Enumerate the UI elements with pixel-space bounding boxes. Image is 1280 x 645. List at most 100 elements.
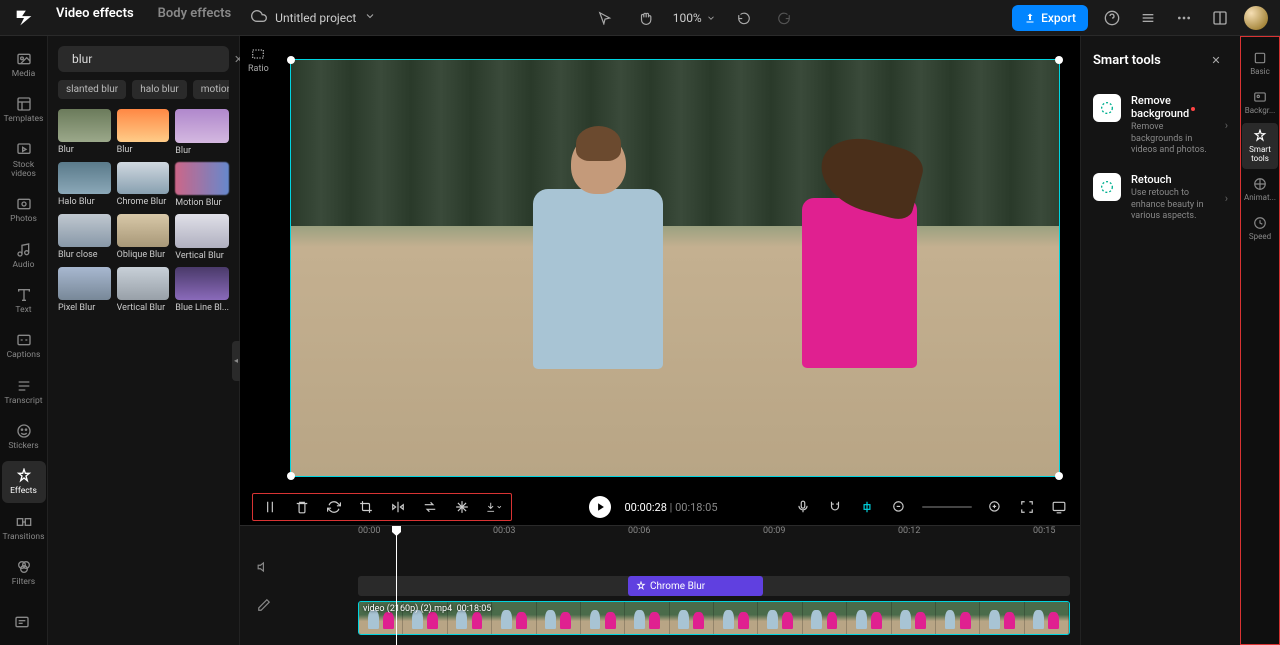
header-tabs: Video effects Body effects — [56, 6, 231, 29]
panel-header: Smart tools ✕ — [1093, 48, 1228, 72]
more-icon[interactable] — [1172, 6, 1196, 30]
prop-smarttools[interactable]: Smart tools — [1242, 123, 1278, 169]
prop-animat[interactable]: Animat... — [1242, 171, 1278, 208]
effect-item[interactable]: Vertical Blur — [117, 267, 170, 314]
video-track[interactable]: video (2160p) (2).mp4 00:18:05 — [358, 601, 1070, 635]
user-avatar[interactable] — [1244, 6, 1268, 30]
smart-tool-item[interactable]: Remove backgroundRemove backgrounds in v… — [1093, 86, 1228, 165]
prop-basic[interactable]: Basic — [1242, 45, 1278, 82]
nav-photos[interactable]: Photos — [2, 189, 46, 230]
preview-tool[interactable] — [1050, 498, 1068, 516]
export-button[interactable]: Export — [1012, 5, 1088, 31]
nav-audio[interactable]: Audio — [2, 235, 46, 276]
prop-speed[interactable]: Speed — [1242, 210, 1278, 247]
search-box[interactable]: ✕ — [58, 46, 229, 72]
edit-track[interactable] — [255, 596, 273, 614]
nav-media[interactable]: Media — [2, 44, 46, 85]
topbar-left: Video effects Body effects Untitled proj… — [12, 6, 376, 30]
chevron-down-icon — [364, 10, 376, 25]
zoom-out[interactable] — [890, 498, 908, 516]
collapse-sidebar-handle[interactable]: ◂ — [232, 341, 240, 381]
resize-handle-bl[interactable] — [287, 472, 295, 480]
search-input[interactable] — [72, 52, 228, 66]
effect-item[interactable]: Blur — [117, 109, 170, 156]
effect-item[interactable]: Blur — [175, 109, 229, 156]
timeline-ruler[interactable]: 00:0000:0300:0600:0900:1200:15 — [288, 526, 1080, 542]
nav-filters[interactable]: Filters — [2, 552, 46, 593]
nav-transitions[interactable]: Transitions — [2, 507, 46, 548]
tab-body-effects[interactable]: Body effects — [158, 6, 232, 29]
delete-tool[interactable] — [293, 498, 311, 516]
effect-item[interactable]: Motion Blur — [175, 162, 229, 209]
nav-stickers[interactable]: Stickers — [2, 416, 46, 457]
effect-item[interactable]: Blur close — [58, 214, 111, 261]
nav-transcript[interactable]: Transcript — [2, 371, 46, 412]
smart-tool-item[interactable]: RetouchUse retouch to enhance beauty in … — [1093, 165, 1228, 231]
video-canvas[interactable] — [290, 59, 1060, 477]
help-icon[interactable] — [1100, 6, 1124, 30]
align-tool[interactable] — [858, 498, 876, 516]
effect-item[interactable]: Chrome Blur — [117, 162, 170, 209]
magnet-tool[interactable] — [826, 498, 844, 516]
app-logo[interactable] — [12, 6, 36, 30]
crop-tool[interactable] — [357, 498, 375, 516]
right-tools — [794, 498, 1068, 516]
player-toolbar: 00:00:28 | 00:18:05 — [240, 489, 1080, 525]
reverse-tool[interactable] — [421, 498, 439, 516]
settings-icon[interactable] — [1136, 6, 1160, 30]
nav-templates[interactable]: Templates — [2, 89, 46, 130]
mirror-tool[interactable] — [389, 498, 407, 516]
resize-handle-br[interactable] — [1055, 472, 1063, 480]
topbar-right: Export — [1012, 5, 1268, 31]
ruler-tick: 00:12 — [898, 526, 920, 536]
nav-stock[interactable]: Stock videos — [2, 135, 46, 186]
main-area: MediaTemplates Stock videosPhotos AudioTex… — [0, 36, 1280, 645]
zoom-in[interactable] — [986, 498, 1004, 516]
chip[interactable]: motion bl... — [193, 80, 229, 99]
project-name[interactable]: Untitled project — [251, 8, 376, 27]
nav-captions[interactable]: Captions — [2, 325, 46, 366]
ratio-button[interactable]: Ratio — [248, 46, 269, 74]
project-title: Untitled project — [275, 11, 356, 25]
effect-clip[interactable]: Chrome Blur — [628, 576, 763, 596]
play-button[interactable] — [589, 496, 611, 518]
effect-item[interactable]: Pixel Blur — [58, 267, 111, 314]
hand-tool[interactable] — [633, 6, 657, 30]
playhead[interactable] — [396, 526, 397, 645]
freeze-tool[interactable] — [453, 498, 471, 516]
nav-effects[interactable]: Effects — [2, 461, 46, 502]
effect-item[interactable]: Halo Blur — [58, 162, 111, 209]
zoom-level[interactable]: 100% — [673, 11, 716, 25]
feedback-icon[interactable] — [14, 614, 30, 633]
redo-button[interactable] — [772, 6, 796, 30]
effect-item[interactable]: Oblique Blur — [117, 214, 170, 261]
resize-handle-tr[interactable] — [1055, 56, 1063, 64]
fullscreen-tool[interactable] — [1018, 498, 1036, 516]
ruler-tick: 00:00 — [358, 526, 380, 536]
undo-button[interactable] — [732, 6, 756, 30]
video-preview — [291, 60, 1059, 476]
cursor-tool[interactable] — [593, 6, 617, 30]
rotate-tool[interactable] — [325, 498, 343, 516]
effects-grid: BlurBlurBlurHalo BlurChrome BlurMotion B… — [58, 109, 229, 313]
download-tool[interactable] — [485, 498, 503, 516]
effect-item[interactable]: Blur — [58, 109, 111, 156]
chip[interactable]: halo blur — [132, 80, 187, 99]
nav-text[interactable]: Text — [2, 280, 46, 321]
layout-icon[interactable] — [1208, 6, 1232, 30]
prop-backgr[interactable]: Backgr... — [1242, 84, 1278, 121]
effect-track[interactable]: Chrome Blur — [358, 576, 1070, 596]
effect-item[interactable]: Blue Line Bl... — [175, 267, 229, 314]
chip[interactable]: slanted blur — [58, 80, 126, 99]
tab-video-effects[interactable]: Video effects — [56, 6, 134, 29]
mute-track[interactable] — [255, 558, 273, 576]
effect-item[interactable]: Vertical Blur — [175, 214, 229, 261]
timeline-tracks[interactable]: 00:0000:0300:0600:0900:1200:15 Chrome Bl… — [288, 526, 1080, 645]
timeline: 00:0000:0300:0600:0900:1200:15 Chrome Bl… — [240, 525, 1080, 645]
ruler-tick: 00:15 — [1033, 526, 1055, 536]
close-panel-icon[interactable]: ✕ — [1204, 48, 1228, 72]
mic-tool[interactable] — [794, 498, 812, 516]
zoom-slider[interactable] — [922, 506, 972, 508]
resize-handle-tl[interactable] — [287, 56, 295, 64]
split-tool[interactable] — [261, 498, 279, 516]
